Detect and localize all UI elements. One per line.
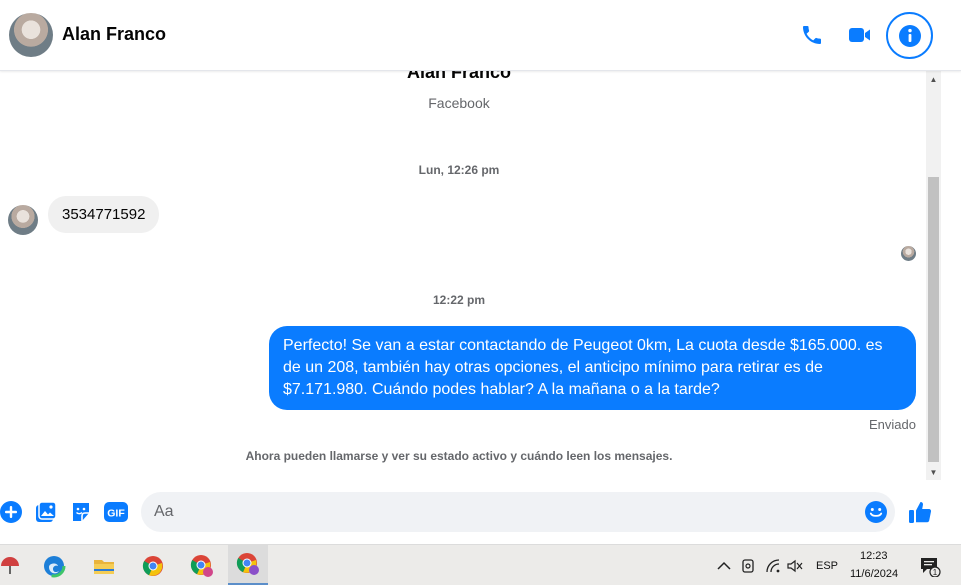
chrome-profile-icon (190, 554, 213, 577)
phone-icon (803, 26, 821, 44)
taskbar-chrome-active[interactable] (228, 545, 268, 585)
folder-icon (94, 559, 114, 574)
gallery-icon (36, 501, 57, 522)
wifi-icon[interactable] (764, 557, 782, 575)
message-input[interactable] (141, 492, 895, 532)
scroll-down-arrow-icon[interactable]: ▼ (926, 466, 941, 478)
profile-source: Facebook (428, 95, 490, 111)
sent-status: Enviado (869, 417, 916, 432)
umbrella-icon (1, 556, 19, 574)
message-timestamp: Lun, 12:26 pm (418, 163, 500, 177)
send-like-button[interactable] (906, 498, 934, 526)
scroll-thumb[interactable] (928, 177, 939, 462)
notification-center-button[interactable]: 1 (919, 555, 941, 577)
emoji-button[interactable] (863, 499, 889, 525)
info-icon (898, 24, 921, 47)
message-timestamp: 12:22 pm (432, 293, 486, 307)
meet-now-icon[interactable] (739, 557, 757, 575)
clock-time[interactable]: 12:23 (860, 550, 888, 562)
read-receipt-avatar (901, 246, 916, 261)
more-actions-button[interactable] (0, 499, 24, 525)
gif-icon: GIF (104, 502, 128, 522)
input-language[interactable]: ESP (816, 560, 838, 572)
message-thread[interactable]: Alan Franco Facebook Lun, 12:26 pm 35347… (0, 71, 926, 480)
conversation-info-button[interactable] (886, 12, 933, 59)
attach-media-button[interactable] (33, 499, 59, 525)
sticker-icon (73, 503, 89, 521)
sticker-button[interactable] (68, 499, 94, 525)
audio-call-button[interactable] (794, 17, 830, 53)
incoming-message-bubble[interactable]: 3534771592 (48, 196, 160, 233)
show-hidden-icons-chevron-up-icon[interactable] (715, 557, 733, 575)
taskbar-edge[interactable] (34, 545, 74, 585)
volume-muted-icon[interactable] (786, 557, 804, 575)
plus-circle-icon (0, 501, 22, 523)
contact-avatar[interactable] (9, 13, 53, 57)
chat-header: Alan Franco (0, 0, 961, 71)
video-camera-icon (849, 28, 870, 42)
gif-label: GIF (107, 508, 125, 520)
taskbar-chrome-profile[interactable] (182, 545, 222, 585)
smiley-icon (865, 501, 887, 523)
notification-icon: 1 (921, 558, 941, 577)
chrome-profile-icon (236, 553, 259, 575)
scroll-up-arrow-icon[interactable]: ▲ (926, 73, 941, 85)
notification-count: 1 (933, 568, 938, 577)
taskbar-file-explorer[interactable] (84, 545, 124, 585)
message-composer: GIF (0, 480, 961, 544)
outgoing-message-bubble[interactable]: Perfecto! Se van a estar contactando de … (269, 326, 916, 410)
clock-date[interactable]: 11/6/2024 (850, 568, 898, 580)
video-call-button[interactable] (842, 17, 878, 53)
edge-browser-icon (42, 554, 66, 577)
windows-taskbar: ESP 12:23 11/6/2024 1 (0, 544, 961, 585)
system-notice: Ahora pueden llamarse y ver su estado ac… (245, 449, 673, 463)
taskbar-app-partial[interactable] (0, 545, 30, 585)
taskbar-chrome[interactable] (133, 545, 173, 585)
gif-button[interactable]: GIF (103, 499, 129, 525)
thread-scrollbar[interactable]: ▲ ▼ (926, 71, 941, 480)
thumbs-up-icon (909, 502, 932, 523)
chrome-icon (142, 555, 163, 576)
sender-avatar[interactable] (8, 205, 38, 235)
profile-name: Alan Franco (406, 71, 512, 82)
contact-name[interactable]: Alan Franco (62, 24, 166, 45)
